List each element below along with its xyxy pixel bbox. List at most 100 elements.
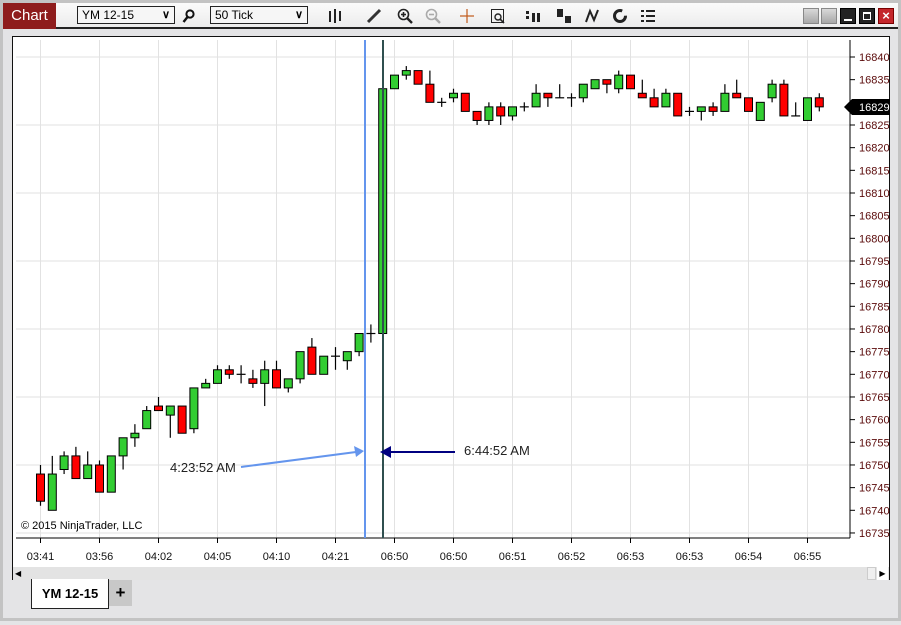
y-tick-label: 16755 (859, 437, 890, 449)
candle-body (224, 369, 234, 375)
candle-body (319, 355, 329, 375)
candle (354, 333, 364, 357)
candle-body (36, 473, 45, 502)
candlestick-chart[interactable]: 03:41 03:56 04:02 04:05 04:10 04:21 06:50 06:50… (4, 4, 901, 625)
candle-body (626, 74, 635, 90)
candle-body (342, 351, 352, 362)
candle (236, 365, 246, 384)
candle (366, 324, 376, 343)
candle (36, 464, 45, 506)
y-tick-label: 16775 (859, 347, 890, 359)
candle (696, 106, 706, 121)
candle (496, 102, 506, 125)
tab-ym-12-15[interactable]: YM 12-15 (31, 579, 109, 609)
x-tick-label: 06:53 (617, 551, 645, 563)
candle-body (755, 101, 765, 121)
candle (83, 451, 93, 480)
candle (59, 451, 69, 475)
candle-body (59, 455, 69, 471)
candle (390, 74, 399, 90)
y-tick-label: 16835 (859, 75, 890, 87)
candle-body (708, 106, 718, 112)
candle (531, 84, 541, 108)
candle (744, 97, 753, 112)
scroll-thumb[interactable] (867, 567, 876, 580)
candle-body (130, 432, 140, 439)
candle (224, 365, 234, 379)
y-tick-label: 16735 (859, 528, 890, 540)
candle (567, 93, 576, 107)
y-tick-label: 16760 (859, 415, 890, 427)
arrow-head-icon (354, 446, 364, 457)
candle (401, 66, 411, 80)
candle (248, 369, 258, 388)
candle (637, 79, 647, 99)
candle-body (213, 369, 222, 384)
scroll-right-icon[interactable]: ▶ (877, 567, 888, 580)
scroll-left-icon[interactable]: ◀ (15, 569, 21, 578)
candle (626, 74, 635, 90)
chart-panel[interactable]: 03:41 03:56 04:02 04:05 04:10 04:21 06:50 06:50… (12, 36, 890, 580)
candle-body (413, 70, 423, 85)
candle-body (307, 346, 317, 375)
horizontal-scrollbar[interactable]: ◀ ▶ (13, 567, 889, 580)
candle-body (177, 405, 187, 434)
candle-body (118, 437, 128, 457)
candle (213, 365, 222, 384)
candle-body (543, 92, 553, 99)
candle (130, 424, 140, 447)
x-tick-label: 03:56 (86, 551, 114, 563)
y-tick-label: 16810 (859, 188, 890, 200)
y-tick-label: 16815 (859, 165, 890, 177)
candle (142, 406, 152, 430)
candle-body (531, 92, 541, 108)
candle-body (578, 83, 588, 99)
candle-body (154, 405, 163, 412)
candle-body (401, 70, 411, 76)
x-tick-label: 06:51 (499, 551, 527, 563)
candle (47, 455, 57, 511)
candle (425, 70, 435, 103)
candle (484, 102, 494, 125)
candle (661, 88, 671, 108)
candle (614, 70, 624, 94)
candle (331, 347, 340, 370)
candle (732, 79, 742, 99)
candle-body (142, 410, 152, 430)
candle (413, 70, 423, 85)
x-tick-label: 06:52 (558, 551, 586, 563)
candle-body (602, 79, 612, 85)
y-tick-label: 16825 (859, 120, 890, 132)
candle (720, 84, 730, 112)
candle (673, 92, 683, 117)
current-price-label: 16829 (859, 102, 890, 114)
candle-body (814, 97, 824, 108)
candle (767, 79, 777, 103)
candle (272, 360, 281, 389)
x-tick-label: 04:10 (263, 551, 291, 563)
candle (685, 106, 694, 116)
candle-body (637, 92, 647, 99)
x-tick-label: 06:53 (676, 551, 704, 563)
candle-body (696, 106, 706, 112)
candle-body (354, 333, 364, 353)
y-tick-label: 16765 (859, 392, 890, 404)
candle (602, 79, 612, 94)
candle-body (95, 464, 104, 493)
candle-body (614, 74, 624, 90)
candle (106, 455, 116, 493)
arrow-head-icon (380, 446, 391, 458)
candle-body (744, 97, 753, 112)
y-tick-label: 16795 (859, 256, 890, 268)
candle-body (767, 83, 777, 99)
annotation-label: 6:44:52 AM (464, 443, 530, 458)
candle-body (484, 106, 494, 121)
candle-body (71, 455, 81, 480)
candle (755, 101, 765, 121)
candle-body (83, 464, 93, 480)
add-tab-button[interactable]: + (109, 580, 132, 606)
candle (283, 378, 293, 393)
candle-body (295, 351, 305, 380)
y-tick-label: 16745 (859, 483, 890, 495)
candle-body (779, 83, 789, 117)
